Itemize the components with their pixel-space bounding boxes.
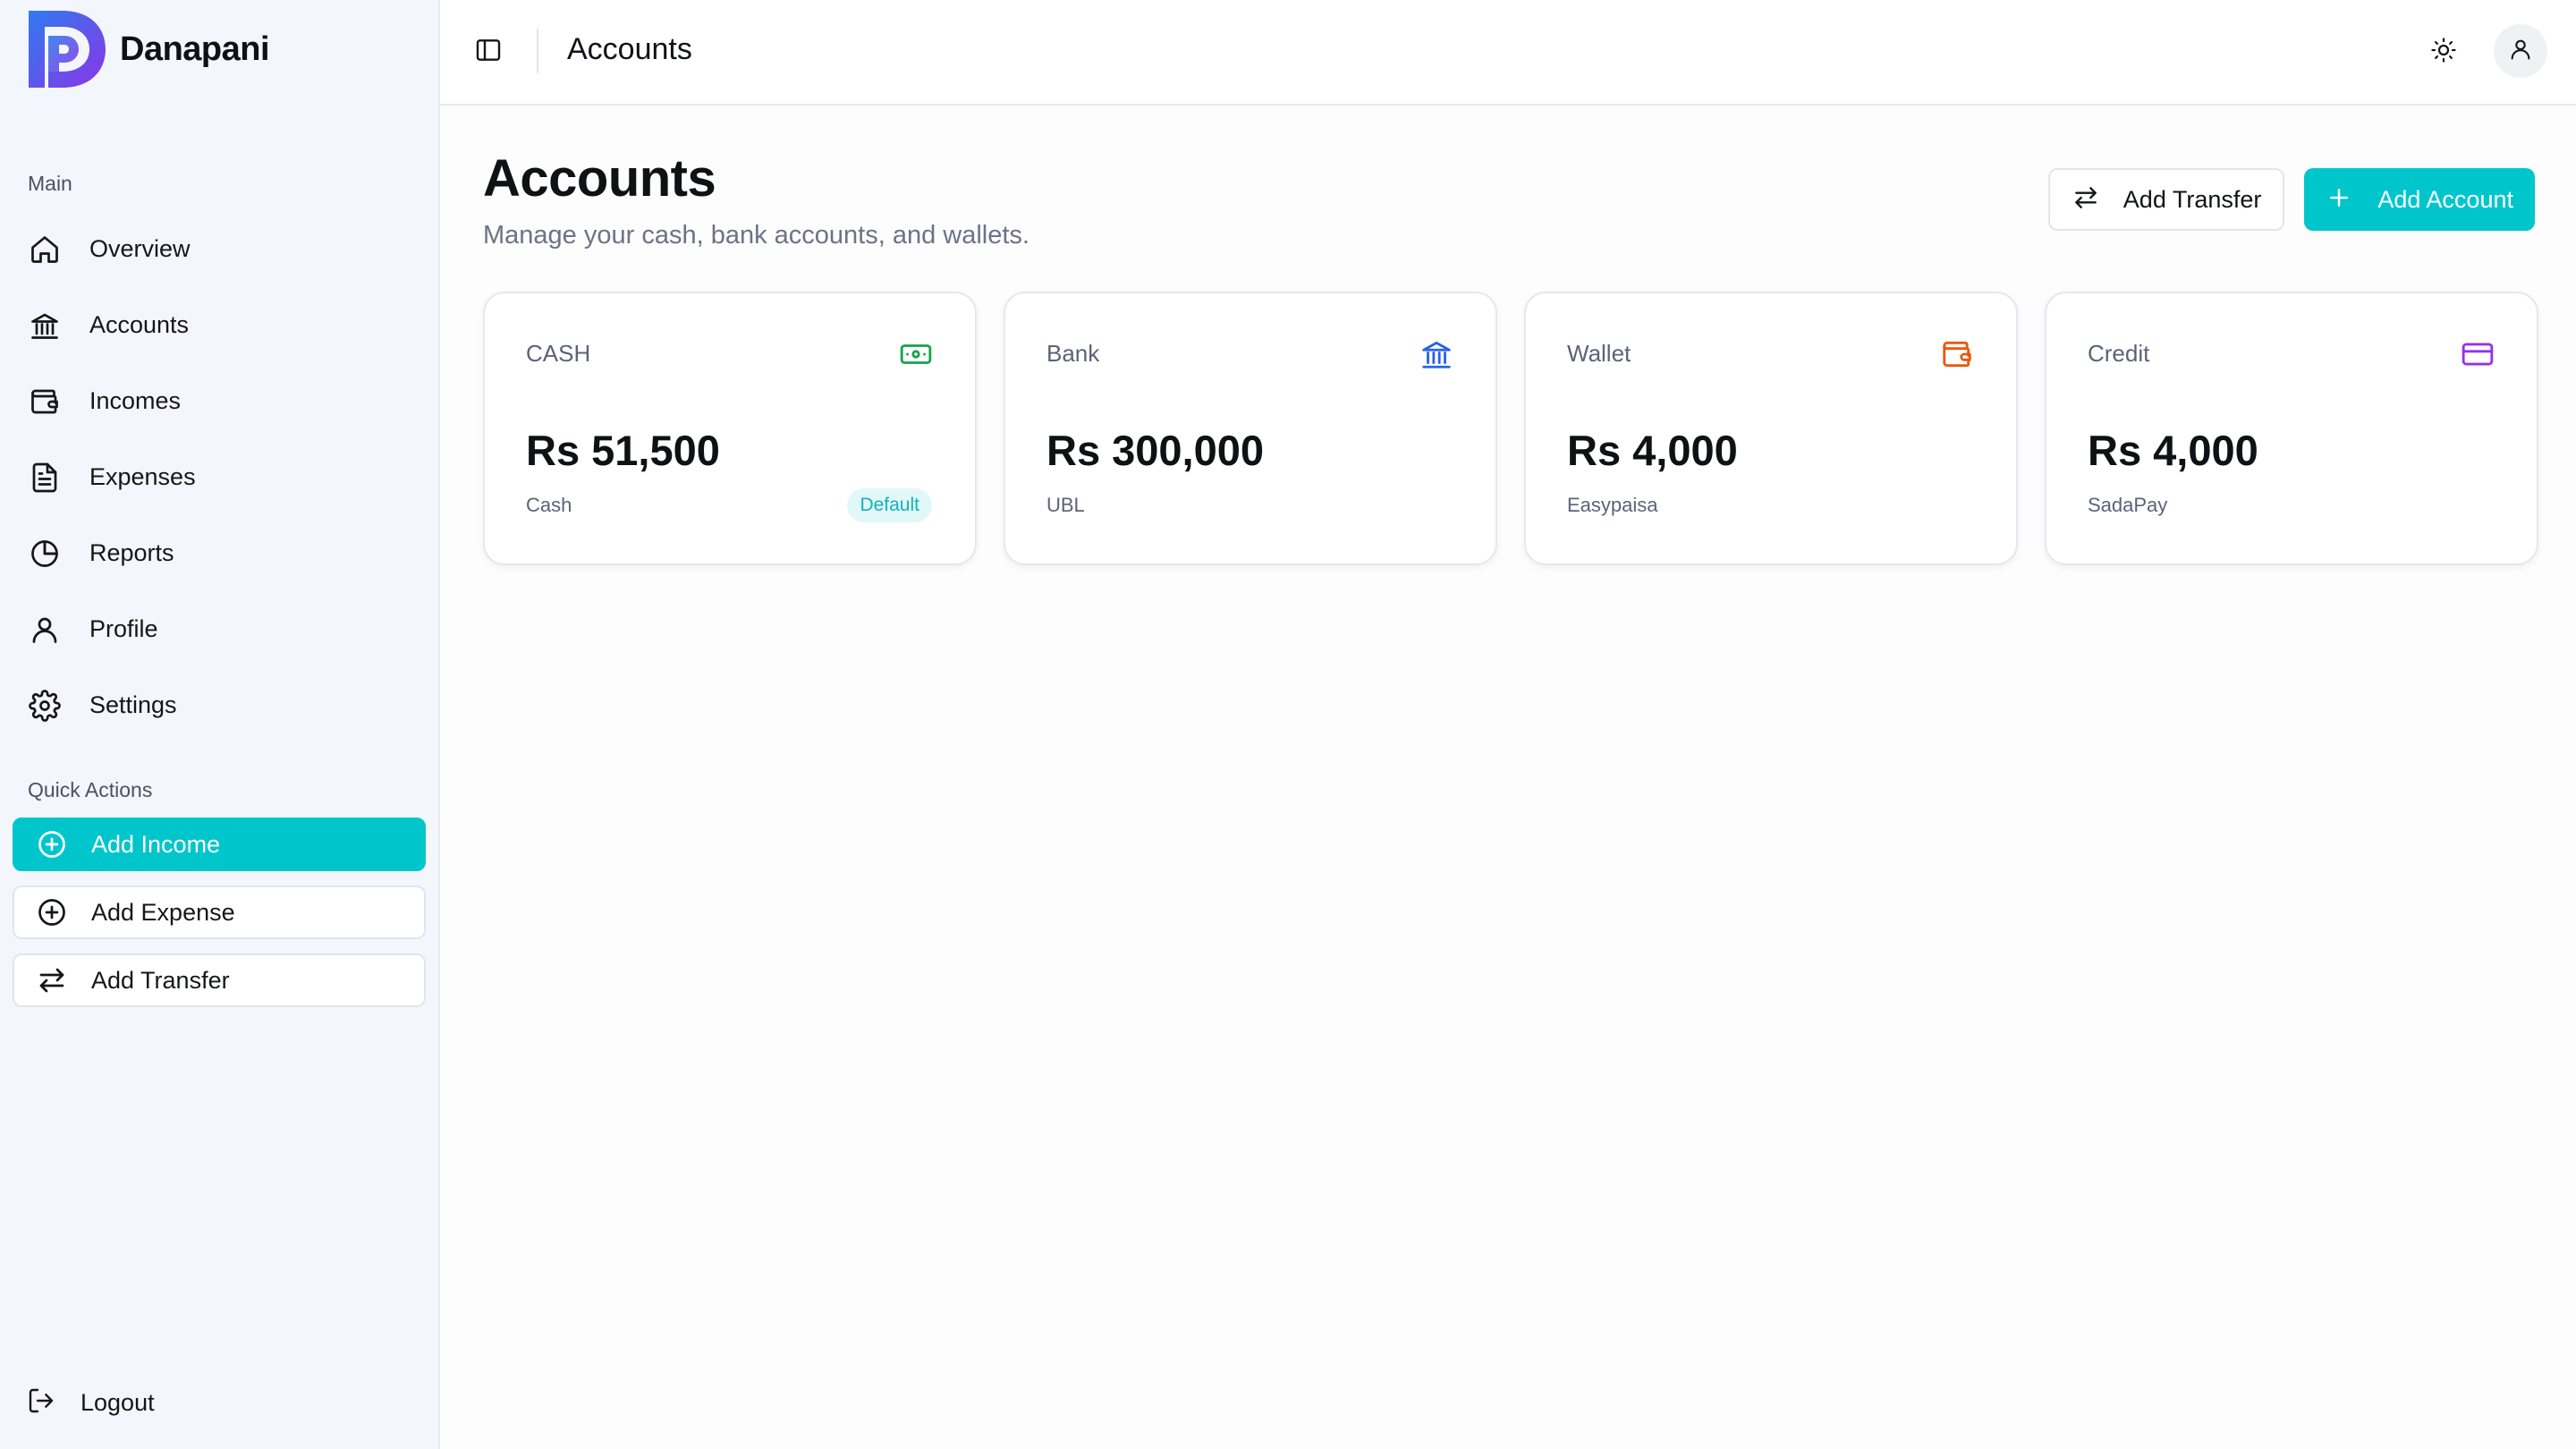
sidebar-item-reports[interactable]: Reports: [27, 515, 196, 591]
sidebar-item-settings[interactable]: Settings: [27, 667, 196, 743]
add-transfer-button[interactable]: Add Transfer: [2047, 168, 2285, 231]
plus-circle-icon: [34, 894, 70, 930]
sidebar-item-label: Reports: [89, 539, 174, 566]
account-card-cash[interactable]: CASH Rs 51,500 Cash Default: [483, 292, 977, 565]
page-actions: Add Transfer Add Account: [2047, 168, 2535, 231]
user-menu-button[interactable]: [2494, 24, 2547, 78]
account-balance: Rs 4,000: [2088, 427, 2258, 474]
sidebar-item-label: Settings: [89, 691, 177, 718]
sidebar-nav: Overview Accounts Incomes Expenses Repor…: [27, 211, 196, 743]
account-balance: Rs 51,500: [526, 427, 720, 474]
account-card-wallet[interactable]: Wallet Rs 4,000 Easypaisa: [1524, 292, 2018, 565]
logout-button[interactable]: Logout: [27, 1386, 155, 1419]
bank-icon: [1419, 336, 1454, 372]
account-type: CASH: [526, 340, 591, 367]
sidebar-item-profile[interactable]: Profile: [27, 591, 196, 667]
page-subtitle: Manage your cash, bank accounts, and wal…: [483, 221, 1030, 250]
transfer-icon: [34, 962, 70, 998]
account-balance: Rs 4,000: [1567, 427, 1738, 474]
page-header: Accounts Manage your cash, bank accounts…: [483, 148, 1030, 250]
sidebar-toggle-button[interactable]: [469, 32, 508, 72]
account-type: Credit: [2088, 340, 2150, 367]
transfer-icon: [2072, 183, 2100, 216]
sidebar-item-incomes[interactable]: Incomes: [27, 363, 196, 439]
account-name: SadaPay: [2088, 494, 2168, 516]
add-transfer-button-sidebar[interactable]: Add Transfer: [13, 953, 426, 1007]
panel-left-icon: [474, 36, 503, 69]
page-title: Accounts: [483, 149, 716, 208]
cash-icon: [898, 336, 934, 372]
brand[interactable]: Danapani: [27, 9, 270, 89]
credit-card-icon: [2460, 336, 2496, 372]
add-expense-label: Add Expense: [91, 898, 235, 926]
logout-icon: [27, 1386, 55, 1419]
section-label-quick-actions: Quick Actions: [28, 778, 153, 801]
document-icon: [27, 460, 63, 496]
add-account-label: Add Account: [2377, 185, 2513, 213]
pie-chart-icon: [27, 536, 63, 572]
sidebar-item-label: Incomes: [89, 387, 182, 414]
add-income-label: Add Income: [91, 830, 221, 858]
account-balance: Rs 300,000: [1046, 427, 1265, 474]
section-label-main: Main: [28, 172, 72, 195]
account-card-credit[interactable]: Credit Rs 4,000 SadaPay: [2045, 292, 2538, 565]
account-card-bank[interactable]: Bank Rs 300,000 UBL: [1004, 292, 1497, 565]
add-income-button[interactable]: Add Income: [13, 818, 426, 871]
wallet-icon: [27, 384, 63, 419]
sidebar: Danapani Main Overview Accounts Incomes …: [0, 0, 440, 1449]
sun-icon: [2430, 37, 2457, 68]
sidebar-item-overview[interactable]: Overview: [27, 211, 196, 287]
add-transfer-label: Add Transfer: [91, 966, 230, 994]
brand-logo-icon: [29, 11, 106, 88]
topbar-divider: [537, 29, 538, 73]
theme-toggle-button[interactable]: [2422, 30, 2465, 73]
gear-icon: [27, 688, 63, 724]
add-account-button[interactable]: Add Account: [2304, 168, 2535, 231]
topbar: Accounts: [440, 0, 2576, 106]
logout-label: Logout: [80, 1389, 155, 1416]
account-name: Cash: [526, 494, 572, 516]
sidebar-item-expenses[interactable]: Expenses: [27, 439, 196, 515]
account-name: Easypaisa: [1567, 494, 1658, 516]
topbar-title: Accounts: [567, 32, 692, 66]
sidebar-item-label: Overview: [89, 235, 191, 262]
sidebar-item-label: Profile: [89, 615, 158, 642]
main-content: Accounts Accounts Manage your cash, bank…: [440, 0, 2576, 1449]
account-type: Bank: [1046, 340, 1100, 367]
plus-icon: [2326, 184, 2352, 216]
default-badge: Default: [847, 488, 932, 522]
wallet-icon: [1939, 336, 1975, 372]
user-icon: [27, 612, 63, 648]
quick-actions: Add Income Add Expense Add Transfer: [13, 818, 426, 1007]
sidebar-item-label: Accounts: [89, 311, 190, 338]
add-transfer-label: Add Transfer: [2123, 185, 2262, 213]
add-expense-button[interactable]: Add Expense: [13, 886, 426, 939]
bank-icon: [27, 308, 63, 343]
account-type: Wallet: [1567, 340, 1631, 367]
account-cards: CASH Rs 51,500 Cash Default Bank Rs 300,…: [483, 292, 2538, 565]
sidebar-item-accounts[interactable]: Accounts: [27, 287, 196, 363]
plus-circle-icon: [34, 826, 70, 862]
account-name: UBL: [1046, 494, 1085, 516]
sidebar-item-label: Expenses: [89, 463, 196, 490]
brand-name: Danapani: [120, 30, 270, 68]
user-icon: [2508, 37, 2533, 66]
home-icon: [27, 232, 63, 267]
